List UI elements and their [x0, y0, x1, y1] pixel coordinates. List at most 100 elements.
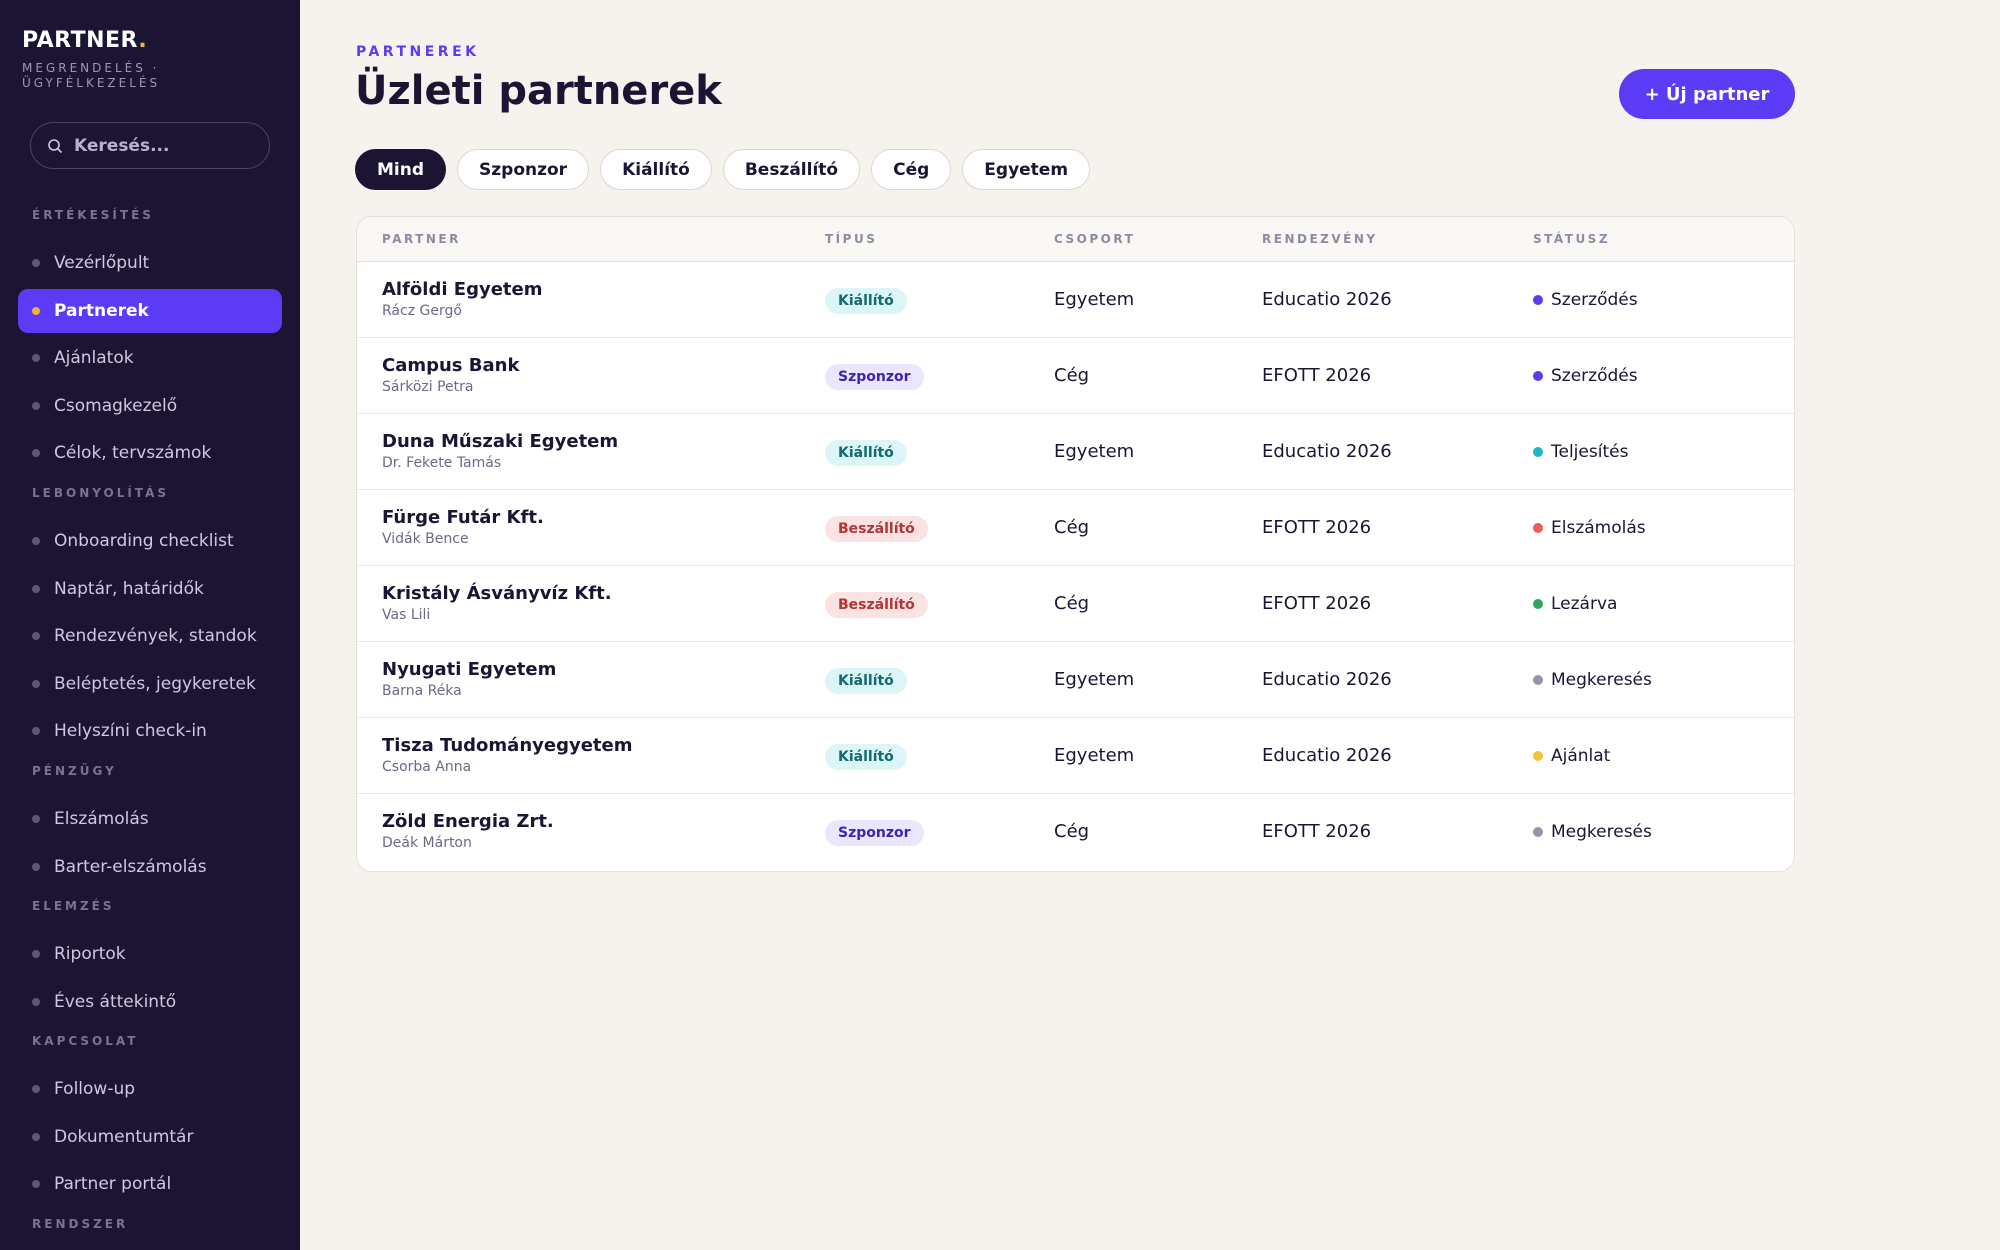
sidebar-item[interactable]: Partner portál — [18, 1162, 282, 1206]
table-row[interactable]: Alföldi Egyetem Rácz Gergő Kiállító Egyetem… — [357, 262, 1794, 338]
table-row[interactable]: Zöld Energia Zrt. Deák Márton Szponzor Cég E… — [357, 794, 1794, 870]
column-header-type[interactable]: TÍPUS — [825, 232, 877, 246]
sidebar-item[interactable]: Onboarding checklist — [18, 519, 282, 563]
status-label: Elszámolás — [1551, 518, 1646, 538]
sidebar-item[interactable]: Rendezvények, standok — [18, 614, 282, 658]
group-cell: Egyetem — [1054, 289, 1135, 310]
type-badge: Beszállító — [825, 516, 928, 542]
brand-logo: PARTNER. — [22, 28, 148, 53]
sidebar-item-label: Barter-elszámolás — [54, 856, 207, 877]
sidebar-item-label: Dokumentumtár — [54, 1126, 194, 1147]
filter-chips: Mind Szponzor Kiállító Beszállító Cég Egyetem — [355, 149, 1091, 190]
bullet-icon — [32, 537, 40, 545]
partner-name[interactable]: Kristály Ásványvíz Kft. — [382, 583, 612, 604]
partner-name[interactable]: Alföldi Egyetem — [382, 279, 542, 300]
partner-contact: Vas Lili — [382, 607, 431, 623]
status-cell: Megkeresés — [1533, 670, 1652, 690]
search-icon — [48, 138, 62, 153]
sidebar-item[interactable]: Partnerek — [18, 288, 282, 333]
sidebar-item-label: Éves áttekintő — [54, 991, 177, 1012]
bullet-icon — [32, 354, 40, 362]
sidebar-section-label: PÉNZÜGY — [32, 764, 117, 778]
search-box[interactable] — [30, 122, 270, 169]
table-header: PARTNER TÍPUS CSOPORT RENDEZVÉNY STÁTUSZ — [357, 217, 1794, 262]
bullet-icon — [32, 815, 40, 823]
sidebar-item-label: Csomagkezelő — [54, 395, 178, 416]
status-dot-icon — [1533, 447, 1543, 457]
column-header-partner[interactable]: PARTNER — [382, 232, 461, 246]
status-cell: Szerződés — [1533, 290, 1638, 310]
sidebar-item[interactable]: Vezérlőpult — [18, 241, 282, 285]
sidebar-item[interactable]: Elszámolás — [18, 797, 282, 841]
sidebar-item[interactable]: Ajánlatok — [18, 336, 282, 380]
sidebar-item[interactable]: Helyszíni check-in — [18, 709, 282, 753]
sidebar-item[interactable]: Éves áttekintő — [18, 980, 282, 1024]
status-label: Lezárva — [1551, 594, 1618, 614]
sidebar-item[interactable]: Riportok — [18, 932, 282, 976]
type-badge: Kiállító — [825, 668, 907, 694]
partner-name[interactable]: Fürge Futár Kft. — [382, 507, 544, 528]
column-header-status[interactable]: STÁTUSZ — [1533, 232, 1610, 246]
bullet-icon — [32, 679, 40, 688]
partners-table: PARTNER TÍPUS CSOPORT RENDEZVÉNY STÁTUSZ… — [356, 216, 1795, 872]
sidebar-item[interactable]: Csomagkezelő — [18, 384, 282, 428]
bullet-icon — [32, 1180, 40, 1188]
group-cell: Egyetem — [1054, 441, 1135, 462]
status-dot-icon — [1533, 599, 1543, 609]
status-cell: Ajánlat — [1533, 746, 1610, 766]
bullet-icon — [32, 727, 40, 735]
sidebar-section-label: ÉRTÉKESÍTÉS — [32, 208, 154, 222]
column-header-group[interactable]: CSOPORT — [1054, 232, 1135, 246]
sidebar-item[interactable]: Beléptetés, jegykeretek — [18, 662, 282, 706]
sidebar-item-label: Vezérlőpult — [54, 253, 150, 273]
partner-name[interactable]: Nyugati Egyetem — [382, 659, 556, 680]
partner-name[interactable]: Tisza Tudományegyetem — [382, 735, 632, 756]
new-partner-button[interactable]: + Új partner — [1619, 69, 1795, 119]
type-badge: Szponzor — [825, 820, 924, 846]
filter-chip[interactable]: Kiállító — [600, 149, 712, 190]
sidebar-item[interactable]: Célok, tervszámok — [18, 431, 282, 475]
sidebar-item-label: Elszámolás — [54, 809, 149, 829]
sidebar-item-label: Partner portál — [54, 1174, 172, 1194]
bullet-icon — [32, 1132, 40, 1141]
search-input[interactable] — [74, 135, 254, 156]
sidebar-item-label: Ajánlatok — [54, 348, 134, 368]
event-cell: EFOTT 2026 — [1262, 517, 1372, 538]
sidebar-item[interactable]: Naptár, határidők — [18, 567, 282, 611]
filter-chip[interactable]: Cég — [871, 149, 952, 190]
sidebar-section-label: RENDSZER — [32, 1217, 129, 1231]
bullet-icon — [32, 997, 40, 1006]
sidebar-item[interactable]: Barter-elszámolás — [18, 845, 282, 889]
type-badge: Kiállító — [825, 288, 907, 314]
sidebar-item[interactable]: Follow-up — [18, 1067, 282, 1111]
filter-chip[interactable]: Mind — [355, 149, 447, 190]
partner-contact: Barna Réka — [382, 683, 462, 699]
partner-contact: Rácz Gergő — [382, 303, 462, 319]
partner-name[interactable]: Zöld Energia Zrt. — [382, 811, 554, 832]
filter-chip[interactable]: Beszállító — [722, 149, 861, 190]
status-cell: Lezárva — [1533, 594, 1617, 614]
table-row[interactable]: Tisza Tudományegyetem Csorba Anna Kiállító… — [357, 718, 1794, 794]
table-row[interactable]: Campus Bank Sárközi Petra Szponzor Cég EFOTT… — [357, 338, 1794, 414]
group-cell: Cég — [1054, 365, 1090, 386]
table-row[interactable]: Fürge Futár Kft. Vidák Bence Beszállító Cég… — [357, 490, 1794, 566]
sidebar-item-label: Follow-up — [54, 1079, 136, 1099]
table-row[interactable]: Kristály Ásványvíz Kft. Vas Lili Beszállít… — [357, 566, 1794, 642]
group-cell: Cég — [1054, 821, 1090, 842]
filter-chip[interactable]: Egyetem — [962, 149, 1091, 190]
partner-name[interactable]: Duna Műszaki Egyetem — [382, 431, 618, 452]
table-row[interactable]: Nyugati Egyetem Barna Réka Kiállító Egyetem… — [357, 642, 1794, 718]
event-cell: EFOTT 2026 — [1262, 821, 1372, 842]
sidebar-item-label: Célok, tervszámok — [54, 443, 212, 463]
status-dot-icon — [1533, 675, 1543, 685]
sidebar-item-label: Partnerek — [54, 300, 149, 321]
sidebar-item[interactable]: Dokumentumtár — [18, 1115, 282, 1159]
partner-name[interactable]: Campus Bank — [382, 355, 519, 376]
table-row[interactable]: Duna Műszaki Egyetem Dr. Fekete Tamás Kiál… — [357, 414, 1794, 490]
status-dot-icon — [1533, 751, 1543, 761]
status-dot-icon — [1533, 371, 1543, 381]
partner-contact: Csorba Anna — [382, 759, 472, 775]
column-header-event[interactable]: RENDEZVÉNY — [1262, 232, 1378, 246]
filter-chip[interactable]: Szponzor — [457, 149, 590, 190]
status-label: Megkeresés — [1551, 670, 1652, 690]
